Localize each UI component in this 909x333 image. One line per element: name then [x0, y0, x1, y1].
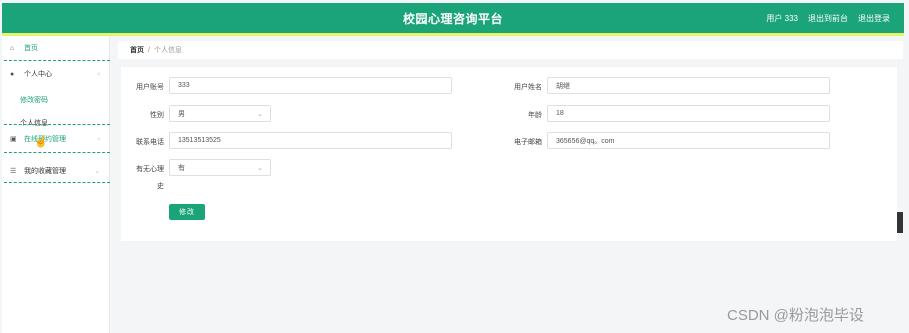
sidebar-item-label: 首页: [24, 45, 38, 52]
scroll-handle[interactable]: [897, 212, 903, 233]
user-icon: ●: [10, 70, 15, 78]
history-value: 有: [178, 164, 185, 172]
breadcrumb-current: 个人信息: [153, 47, 182, 54]
sidebar-item-favorites[interactable]: ☰ 我的收藏管理 ⌄: [2, 159, 110, 183]
phone-label: 联系电话: [136, 139, 164, 146]
sidebar: ⌂ 首页 ● 个人中心 ‹ 修改密码 个人信息 ▣ 在线预约管理 ‹ ☰ 我的收…: [2, 36, 110, 333]
header-accent-stripe: [2, 33, 904, 36]
home-icon: ⌂: [10, 44, 15, 52]
user-label: 用户 333: [766, 14, 798, 23]
sidebar-item-personal-center[interactable]: ● 个人中心 ‹: [2, 62, 110, 86]
sidebar-item-label: 个人中心: [24, 71, 52, 78]
email-label: 电子邮箱: [514, 139, 542, 146]
account-label: 用户账号: [136, 84, 164, 91]
email-value: 365656@qq。com: [556, 137, 615, 145]
chevron-down-icon: ⌄: [94, 168, 100, 175]
watermark-text: CSDN @粉泡泡毕设: [727, 307, 864, 324]
header-links: 用户 333 退出到前台 退出登录: [766, 13, 890, 24]
history-select[interactable]: 有 ⌄: [169, 159, 271, 176]
app-root: 校园心理咨询平台 用户 333 退出到前台 退出登录 ⌂ 首页 ● 个人中心 ‹…: [0, 0, 909, 333]
logout-link[interactable]: 退出登录: [858, 13, 890, 24]
history-label-line2: 史: [157, 183, 164, 190]
gender-select[interactable]: 男 ⌄: [169, 105, 271, 122]
history-label-line1: 有无心理: [136, 166, 164, 173]
divider: [4, 152, 110, 153]
email-field[interactable]: 365656@qq。com: [547, 132, 830, 149]
age-field[interactable]: 18: [547, 105, 830, 122]
calendar-icon: ▣: [10, 136, 17, 143]
gender-value: 男: [178, 110, 185, 118]
gender-label: 性别: [150, 112, 164, 119]
submit-button[interactable]: 修改: [169, 204, 205, 220]
age-value: 18: [556, 110, 564, 117]
pointer-cursor-icon: ☝: [34, 136, 48, 148]
back-to-front-link[interactable]: 退出到前台: [808, 13, 848, 24]
breadcrumb-home[interactable]: 首页: [130, 45, 144, 55]
phone-field[interactable]: 13513513525: [169, 132, 452, 149]
divider: [4, 124, 110, 125]
account-value: 333: [178, 82, 190, 89]
chevron-left-icon: ‹: [97, 70, 100, 78]
account-field[interactable]: 333: [169, 77, 452, 94]
sidebar-item-appointments[interactable]: ▣ 在线预约管理 ‹: [2, 127, 110, 151]
sidebar-item-label: 我的收藏管理: [24, 168, 66, 175]
breadcrumb-separator: /: [148, 46, 150, 54]
list-icon: ☰: [10, 168, 17, 175]
name-field[interactable]: 胡继: [547, 77, 830, 94]
sidebar-item-home[interactable]: ⌂ 首页: [2, 36, 110, 60]
chevron-left-icon: ‹: [97, 135, 100, 143]
divider: [4, 60, 110, 61]
breadcrumb: 首页 / 个人信息: [118, 41, 903, 59]
sidebar-subitem-change-password[interactable]: 修改密码: [20, 95, 48, 105]
chevron-down-icon: ⌄: [257, 165, 263, 172]
age-label: 年龄: [528, 112, 542, 119]
divider: [4, 182, 110, 183]
phone-value: 13513513525: [178, 137, 221, 144]
name-label: 用户姓名: [514, 84, 542, 91]
chevron-down-icon: ⌄: [257, 111, 263, 118]
header-bar: 校园心理咨询平台 用户 333 退出到前台 退出登录: [2, 3, 904, 33]
name-value: 胡继: [556, 82, 570, 90]
